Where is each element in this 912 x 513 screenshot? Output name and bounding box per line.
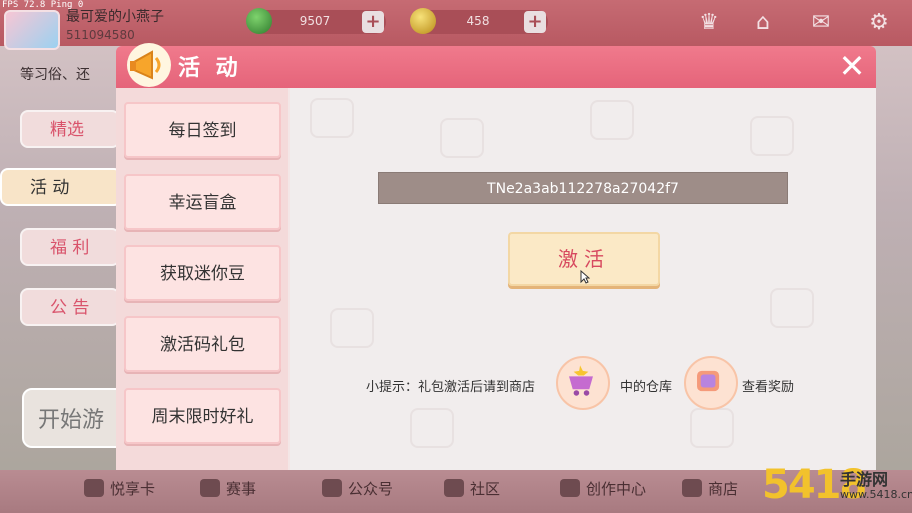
cube-icon xyxy=(560,479,580,497)
hint-middle: 中的仓库 xyxy=(620,380,673,395)
coin-icon xyxy=(410,8,436,34)
nav-shop-label: 商店 xyxy=(708,480,739,498)
watermark-url: www.5418.cn xyxy=(840,488,912,501)
tab-events[interactable]: 活 动 xyxy=(0,168,122,206)
cart-icon xyxy=(682,479,702,497)
activity-dialog: 活 动 ✕ 每日签到 幸运盲盒 获取迷你豆 激活码礼包 周末限时好礼 TNe2a… xyxy=(116,43,876,470)
background-pattern xyxy=(440,118,484,158)
nav-creation-center[interactable]: 创作中心 xyxy=(560,478,646,499)
tab-featured[interactable]: 精选 xyxy=(20,110,120,148)
nav-creation-center-label: 创作中心 xyxy=(586,480,647,498)
coin-counter: 458 + xyxy=(410,8,548,34)
nav-events[interactable]: 赛事 xyxy=(200,478,256,499)
start-game-button[interactable]: 开始游 xyxy=(22,388,126,448)
pass-icon xyxy=(84,479,104,497)
gem-counter: 9507 + xyxy=(246,8,386,34)
background-pattern xyxy=(410,408,454,448)
watermark-logo: 5418 手游网 www.5418.cn xyxy=(762,462,912,513)
player-name: 最可爱的小燕子 xyxy=(66,9,164,25)
background-pattern xyxy=(590,100,634,140)
gem-icon xyxy=(246,8,272,34)
menu-get-mini-beans[interactable]: 获取迷你豆 xyxy=(124,245,281,301)
menu-redeem-code-pack[interactable]: 激活码礼包 xyxy=(124,316,281,372)
nav-community-label: 社区 xyxy=(470,480,501,498)
hint-suffix: 查看奖励 xyxy=(742,380,795,395)
marquee-text: 等习俗、还 xyxy=(20,67,90,83)
menu-daily-checkin[interactable]: 每日签到 xyxy=(124,102,281,158)
nav-shop[interactable]: 商店 xyxy=(682,478,738,499)
community-icon xyxy=(444,479,464,497)
menu-lucky-box[interactable]: 幸运盲盒 xyxy=(124,174,281,230)
redeem-panel: TNe2a3ab112278a27042f7 激活 小提示：礼包激活后请到商店 … xyxy=(290,88,876,470)
nav-events-label: 赛事 xyxy=(226,480,257,498)
add-gems-button[interactable]: + xyxy=(362,11,384,33)
add-coins-button[interactable]: + xyxy=(524,11,546,33)
shop-cart-icon xyxy=(556,356,610,410)
gift-icon[interactable]: ⌂ xyxy=(748,10,778,36)
nav-official-account-label: 公众号 xyxy=(348,480,394,498)
tab-welfare[interactable]: 福 利 xyxy=(20,228,120,266)
megaphone-icon xyxy=(127,43,171,87)
gear-icon[interactable]: ⚙ xyxy=(864,10,894,36)
background-pattern xyxy=(750,116,794,156)
tab-announcements[interactable]: 公 告 xyxy=(20,288,120,326)
trophy-icon xyxy=(200,479,220,497)
hint-prefix: 小提示：礼包激活后请到商店 xyxy=(366,380,536,395)
coin-count: 458 xyxy=(466,14,490,28)
background-pattern xyxy=(310,98,354,138)
nav-official-account[interactable]: 公众号 xyxy=(322,478,393,499)
background-pattern xyxy=(330,308,374,348)
redeem-code-input[interactable]: TNe2a3ab112278a27042f7 xyxy=(378,172,788,204)
menu-weekend-gifts[interactable]: 周末限时好礼 xyxy=(124,388,281,444)
close-button[interactable]: ✕ xyxy=(834,50,870,84)
nav-pass-label: 悦享卡 xyxy=(110,480,156,498)
nav-pass[interactable]: 悦享卡 xyxy=(84,478,155,499)
watermark-site-name: 手游网 xyxy=(840,470,889,489)
activity-menu: 每日签到 幸运盲盒 获取迷你豆 激活码礼包 周末限时好礼 xyxy=(116,88,288,470)
mail-icon[interactable]: ✉ xyxy=(806,10,836,36)
dialog-header: 活 动 ✕ xyxy=(116,43,876,88)
warehouse-icon xyxy=(684,356,738,410)
background-pattern xyxy=(770,288,814,328)
dialog-title: 活 动 xyxy=(178,56,242,81)
gem-count: 9507 xyxy=(299,14,331,28)
mouse-cursor-icon xyxy=(580,270,590,284)
start-game-label: 开始游 xyxy=(38,408,105,433)
crown-icon[interactable]: ♛ xyxy=(694,10,724,36)
dialog-body: 每日签到 幸运盲盒 获取迷你豆 激活码礼包 周末限时好礼 TNe2a3ab112… xyxy=(116,88,876,470)
background-pattern xyxy=(690,408,734,448)
nav-community[interactable]: 社区 xyxy=(444,478,500,499)
avatar[interactable] xyxy=(4,10,60,50)
star-icon xyxy=(322,479,342,497)
